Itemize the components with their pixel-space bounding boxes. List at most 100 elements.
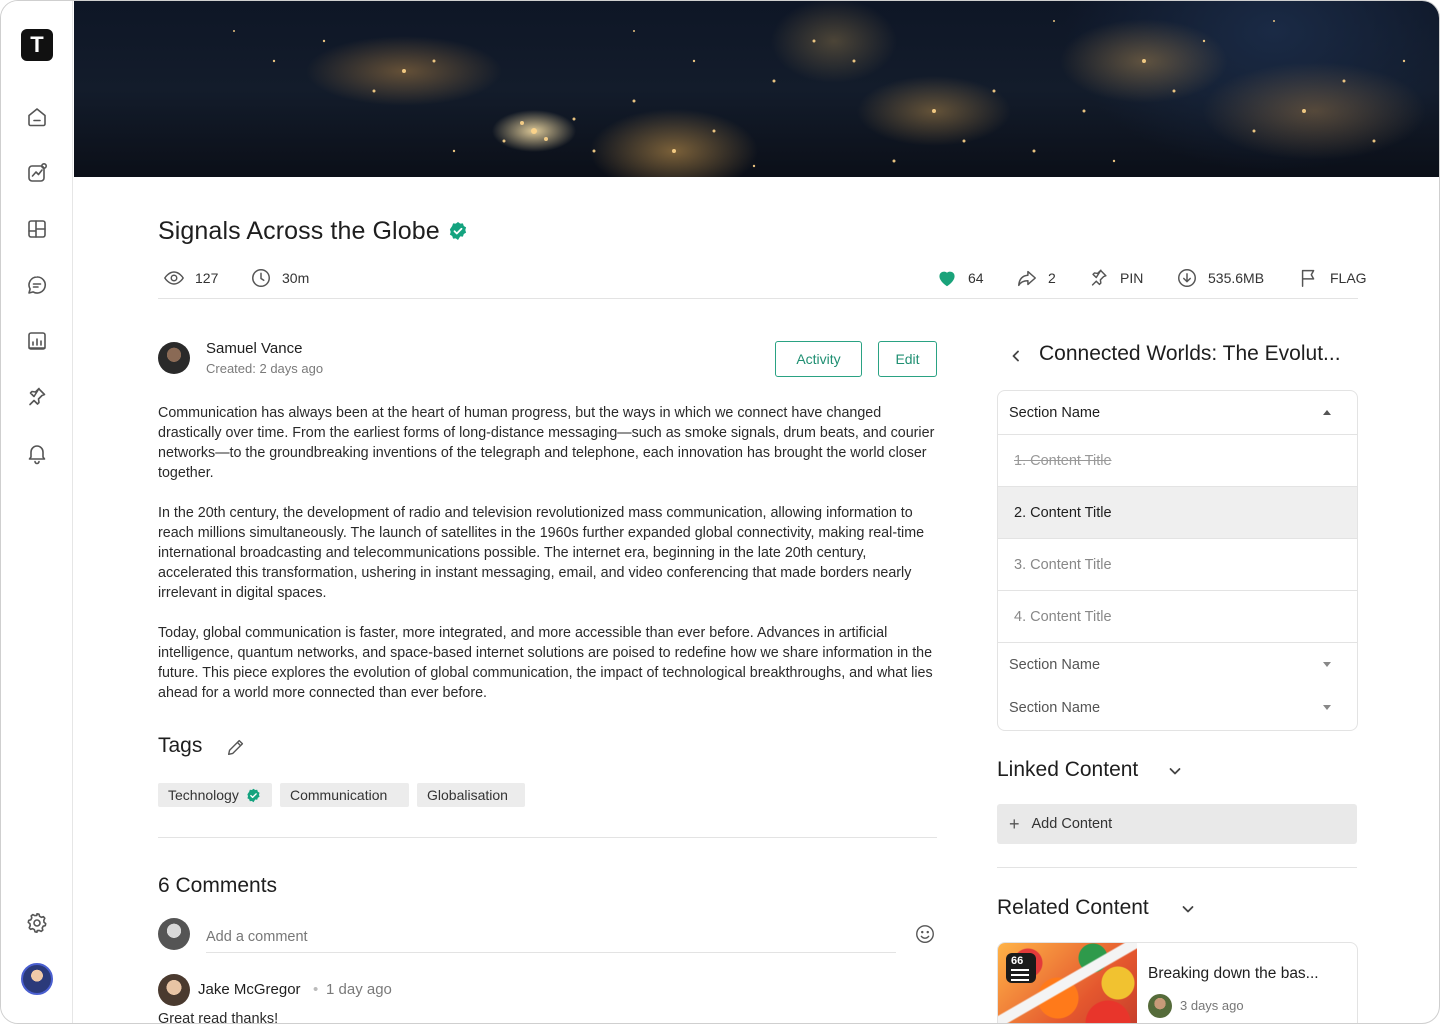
home-icon[interactable] — [23, 103, 51, 131]
report-icon[interactable] — [23, 327, 51, 355]
commenter-avatar[interactable] — [158, 974, 190, 1006]
article-title: Signals Across the Globe — [158, 217, 468, 246]
section-divider — [997, 867, 1357, 868]
linked-content-heading[interactable]: Linked Content — [997, 758, 1138, 782]
related-time: 3 days ago — [1180, 998, 1244, 1013]
section-name: Section Name — [1009, 700, 1101, 716]
edit-pencil-icon[interactable] — [225, 736, 247, 758]
paragraph: Today, global communication is faster, m… — [158, 625, 933, 701]
flag-label: FLAG — [1330, 270, 1367, 286]
shares-count: 2 — [1048, 270, 1056, 286]
content-type-badge: 66 — [1006, 953, 1036, 983]
flag-button[interactable]: FLAG — [1298, 267, 1367, 289]
content-item[interactable]: 3. Content Title — [998, 538, 1357, 590]
commenter-name[interactable]: Jake McGregor — [198, 981, 301, 998]
sidebar: T — [1, 1, 73, 1023]
article-title-text: Signals Across the Globe — [158, 217, 440, 245]
content-item-completed[interactable]: 1. Content Title — [998, 434, 1357, 486]
tag-label: Globalisation — [427, 787, 508, 803]
section-header-collapsed[interactable]: Section Name — [998, 642, 1357, 686]
verified-badge-icon — [449, 222, 466, 240]
likes-count: 64 — [968, 270, 984, 286]
course-sections-accordion: Section Name 1. Content Title 2. Content… — [997, 390, 1358, 731]
course-title: Connected Worlds: The Evolut... — [1039, 342, 1341, 365]
section-header-collapsed[interactable]: Section Name — [998, 686, 1357, 730]
bell-icon[interactable] — [23, 439, 51, 467]
back-chevron-icon[interactable] — [1007, 347, 1025, 365]
pin-icon[interactable] — [23, 383, 51, 411]
content-item-active[interactable]: 2. Content Title — [998, 486, 1357, 538]
download-button[interactable]: 535.6MB — [1176, 267, 1264, 289]
section-header-expanded[interactable]: Section Name — [998, 391, 1357, 435]
article-body: Communication has always been at the hea… — [158, 403, 938, 723]
gear-icon[interactable] — [23, 909, 51, 937]
flag-icon — [1301, 269, 1315, 287]
content-item[interactable]: 4. Content Title — [998, 590, 1357, 642]
analytics-icon[interactable] — [23, 159, 51, 187]
like-button[interactable]: 64 — [936, 267, 984, 289]
current-user-avatar — [158, 918, 190, 950]
tag-technology[interactable]: Technology — [158, 783, 272, 807]
comment-text: Great read thanks! — [158, 1011, 279, 1024]
caret-up-icon — [1323, 410, 1331, 415]
pin-label: PIN — [1120, 270, 1144, 286]
verified-badge-icon — [247, 788, 260, 802]
share-button[interactable]: 2 — [1016, 267, 1056, 289]
views-count: 127 — [195, 270, 219, 286]
add-content-label: Add Content — [1031, 816, 1113, 832]
eye-icon — [164, 271, 184, 285]
hero-banner-image — [74, 1, 1439, 177]
section-name: Section Name — [1009, 405, 1101, 421]
caret-down-icon — [1323, 705, 1331, 710]
download-icon — [1178, 269, 1196, 287]
tags-heading: Tags — [158, 734, 203, 757]
content-item-label: 2. Content Title — [1014, 504, 1112, 521]
related-title: Breaking down the bas... — [1148, 965, 1319, 982]
author-avatar[interactable] — [158, 342, 190, 374]
related-content-card[interactable]: 66 Breaking down the bas... 3 days ago — [997, 942, 1358, 1023]
plus-icon: + — [1009, 814, 1020, 834]
related-author-avatar — [1148, 994, 1172, 1018]
app-frame: T Signals Across the Globe 127 30m 64 2 … — [0, 0, 1440, 1024]
section-name: Section Name — [1009, 656, 1101, 673]
caret-down-icon — [1323, 662, 1331, 667]
author-name[interactable]: Samuel Vance — [206, 340, 302, 357]
share-arrow-icon — [1018, 270, 1036, 287]
edit-button[interactable]: Edit — [878, 341, 937, 377]
comments-heading: 6 Comments — [158, 874, 278, 897]
chat-icon[interactable] — [23, 271, 51, 299]
tag-label: Technology — [168, 787, 239, 803]
pin-icon — [1091, 269, 1107, 286]
app-logo[interactable]: T — [21, 29, 53, 61]
content-item-label: 1. Content Title — [1014, 452, 1112, 469]
views-stat: 127 — [163, 267, 218, 289]
paragraph: Communication has always been at the hea… — [158, 405, 935, 481]
content-item-label: 4. Content Title — [1014, 608, 1112, 625]
related-content-heading[interactable]: Related Content — [997, 896, 1149, 920]
chevron-down-icon[interactable] — [1167, 763, 1183, 779]
tag-globalisation[interactable]: Globalisation — [417, 783, 525, 807]
separator-dot: • — [313, 981, 319, 998]
badge-text: 66 — [1011, 955, 1024, 967]
chevron-down-icon[interactable] — [1180, 901, 1196, 917]
add-content-button[interactable]: + Add Content — [997, 804, 1357, 844]
comment-input[interactable] — [206, 921, 896, 953]
clock-icon — [252, 269, 270, 287]
heart-icon — [939, 271, 955, 287]
file-size: 535.6MB — [1208, 270, 1265, 286]
paragraph: In the 20th century, the development of … — [158, 505, 925, 601]
content-item-label: 3. Content Title — [1014, 556, 1112, 573]
activity-button[interactable]: Activity — [775, 341, 862, 377]
section-divider — [158, 837, 937, 838]
duration-value: 30m — [282, 270, 310, 286]
related-thumbnail-image: 66 — [998, 943, 1137, 1023]
duration-stat: 30m — [250, 267, 309, 289]
tag-communication[interactable]: Communication — [280, 783, 409, 807]
city-lights-decoration — [233, 20, 1406, 168]
tag-label: Communication — [290, 787, 388, 803]
layout-icon[interactable] — [23, 215, 51, 243]
article-stats-bar: 127 30m 64 2 PIN 535.6MB FLAG — [158, 263, 1367, 299]
pin-button[interactable]: PIN — [1088, 267, 1143, 289]
user-avatar[interactable] — [21, 963, 53, 995]
emoji-icon[interactable] — [914, 923, 936, 945]
